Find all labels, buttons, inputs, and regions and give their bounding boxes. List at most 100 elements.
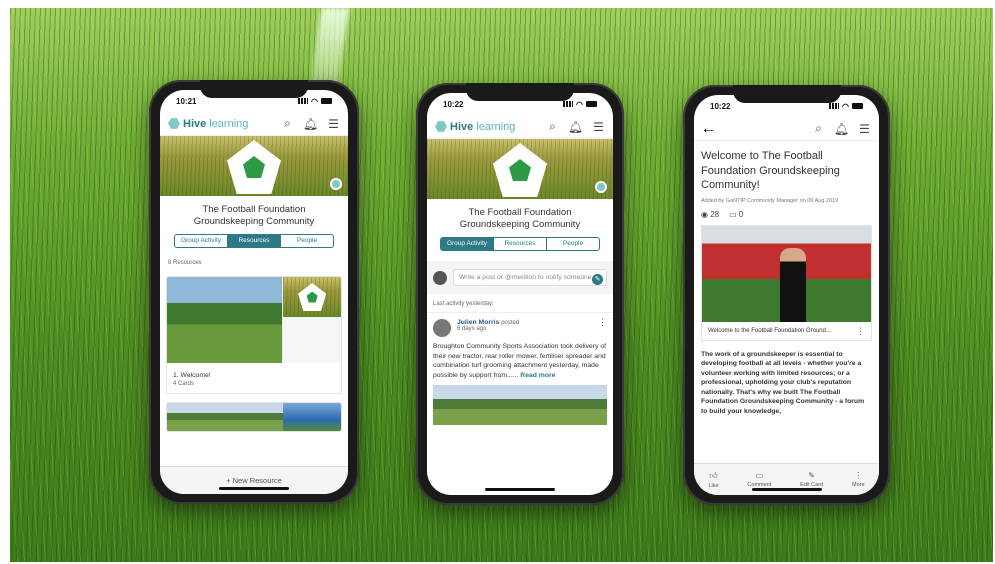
read-more-link[interactable]: Read more (520, 372, 555, 379)
signal-icon (829, 103, 840, 109)
screen: 10:22 ◠ ← ⌕ 🔔︎ ☰ Welcome to The Football Fo… (694, 95, 879, 495)
back-arrow-icon[interactable]: ← (701, 120, 717, 137)
article-body: The work of a groundskeeper is essential… (701, 350, 865, 415)
home-indicator (485, 488, 555, 491)
bell-icon[interactable]: 🔔︎ (568, 120, 583, 134)
resource-card[interactable]: 1. Welcome! 4 Cards (166, 276, 342, 394)
tab-people[interactable]: People (547, 238, 599, 250)
battery-icon (321, 98, 332, 104)
thumbs-up-icon: 👍︎ (709, 470, 718, 480)
settings-gear-icon[interactable] (330, 178, 342, 190)
hive-logo[interactable]: Hive learning (168, 118, 248, 130)
community-tabs: Group Activity Resources People (174, 234, 334, 248)
signal-icon (563, 101, 574, 107)
article-title: Welcome to The Football Foundation Groun… (701, 150, 840, 191)
clock: 10:21 (176, 96, 197, 106)
phone-card-detail: 10:22 ◠ ← ⌕ 🔔︎ ☰ Welcome to The Football Fo… (683, 85, 890, 505)
tab-resources[interactable]: Resources (228, 235, 281, 247)
edit-card-button[interactable]: ✎ Edit Card (800, 471, 823, 488)
compose-area: Write a post or @mention to notify someo… (427, 261, 613, 294)
hive-hex-icon (435, 121, 447, 132)
menu-icon[interactable]: ☰ (592, 120, 605, 134)
app-header: Hive learning ⌕ 🔔︎ ☰ (427, 115, 613, 139)
attach-icon[interactable]: ✎ (592, 274, 603, 285)
media-more-icon[interactable]: ⋮ (856, 326, 865, 335)
search-icon[interactable]: ⌕ (812, 121, 825, 135)
compose-input[interactable]: Write a post or @mention to notify someo… (453, 269, 607, 286)
author-name[interactable]: Julien Morris (457, 319, 499, 326)
resource-count: 8 Resources (168, 260, 202, 266)
pencil-icon: ✎ (808, 471, 815, 480)
clock: 10:22 (710, 101, 731, 111)
battery-icon (852, 103, 863, 109)
card-thumb (283, 277, 341, 317)
user-avatar (433, 270, 447, 285)
community-tabs: Group Activity Resources People (440, 237, 600, 251)
more-icon: ⋮ (854, 471, 863, 480)
post-time: 6 days ago (457, 326, 487, 332)
app-header: Hive learning ⌕ 🔔︎ ☰ (160, 112, 348, 136)
wifi-icon: ◠ (842, 101, 849, 111)
post-text: Broughton Community Sports Association t… (433, 343, 607, 379)
added-by: Added by GaNTIP Community Manager on 06 … (701, 197, 839, 204)
phone-group-activity: 10:22 ◠ Hive learning ⌕ 🔔︎ ☰ The Football Fo… (416, 83, 624, 505)
tab-resources[interactable]: Resources (494, 238, 547, 250)
menu-icon[interactable]: ☰ (858, 122, 871, 136)
tab-group-activity[interactable]: Group Activity (441, 238, 494, 250)
comment-icon: ▭ (755, 471, 764, 480)
comment-button[interactable]: ▭ Comment (747, 471, 771, 488)
screen: 10:22 ◠ Hive learning ⌕ 🔔︎ ☰ The Football Fo… (427, 93, 613, 495)
bell-icon[interactable]: 🔔︎ (834, 122, 849, 136)
home-indicator (219, 487, 289, 490)
comment-icon: ▭ (729, 209, 737, 219)
card-image (167, 402, 283, 431)
community-title: The Football Foundation Groundskeeping Co… (459, 207, 581, 230)
tab-group-activity[interactable]: Group Activity (175, 235, 228, 247)
search-icon[interactable]: ⌕ (281, 116, 294, 130)
last-activity: Last activity yesterday. (427, 294, 613, 313)
hive-logo[interactable]: Hive learning (435, 121, 515, 133)
notch (200, 80, 308, 98)
like-button[interactable]: 👍︎ Like (708, 471, 718, 489)
views-count: ◉ 28 (701, 209, 720, 219)
comments-count[interactable]: ▭ 0 (729, 210, 743, 219)
menu-icon[interactable]: ☰ (327, 117, 340, 131)
card-image (283, 402, 341, 431)
settings-gear-icon[interactable] (595, 181, 607, 193)
media-card[interactable]: Welcome to the Football Foundation Groun… (701, 224, 872, 341)
phone-resources: 10:21 ◠ Hive learning ⌕ 🔔︎ ☰ The Football Fo… (149, 80, 359, 504)
community-banner (160, 136, 348, 196)
post-image[interactable] (433, 385, 607, 425)
app-header: ← ⌕ 🔔︎ ☰ (694, 117, 879, 141)
community-banner (427, 139, 613, 199)
more-button[interactable]: ⋮ More (852, 471, 865, 488)
card-title: 1. Welcome! (173, 372, 211, 379)
more-options-icon[interactable]: ⋮ (598, 318, 607, 327)
card-thumb-2 (283, 317, 341, 363)
bell-icon[interactable]: 🔔︎ (303, 117, 318, 131)
media-caption: Welcome to the Football Foundation Groun… (708, 327, 831, 334)
eye-icon: ◉ (701, 209, 708, 219)
stats-row: ◉ 28 ▭ 0 (701, 210, 872, 219)
hive-hex-icon (168, 118, 180, 129)
crest-logo (227, 140, 281, 194)
video-thumbnail[interactable] (702, 225, 871, 322)
signal-icon (298, 98, 309, 104)
clock: 10:22 (443, 99, 464, 109)
wifi-icon: ◠ (576, 99, 583, 109)
card-subtitle: 4 Cards (173, 380, 195, 387)
search-icon[interactable]: ⌕ (546, 119, 559, 133)
author-avatar (433, 319, 451, 337)
resource-card-2[interactable] (166, 401, 342, 432)
tab-people[interactable]: People (281, 235, 333, 247)
crest-logo (493, 143, 547, 197)
screen: 10:21 ◠ Hive learning ⌕ 🔔︎ ☰ The Football Fo… (160, 90, 348, 494)
community-title: The Football Foundation Groundskeeping Co… (193, 204, 315, 227)
home-indicator (751, 488, 822, 491)
card-image (167, 277, 283, 363)
notch (732, 85, 841, 103)
activity-post[interactable]: Julien Morris posted 6 days ago ⋮ Brough… (427, 313, 613, 431)
presenter-figure (779, 247, 806, 322)
battery-icon (586, 101, 597, 107)
wifi-icon: ◠ (311, 96, 318, 106)
